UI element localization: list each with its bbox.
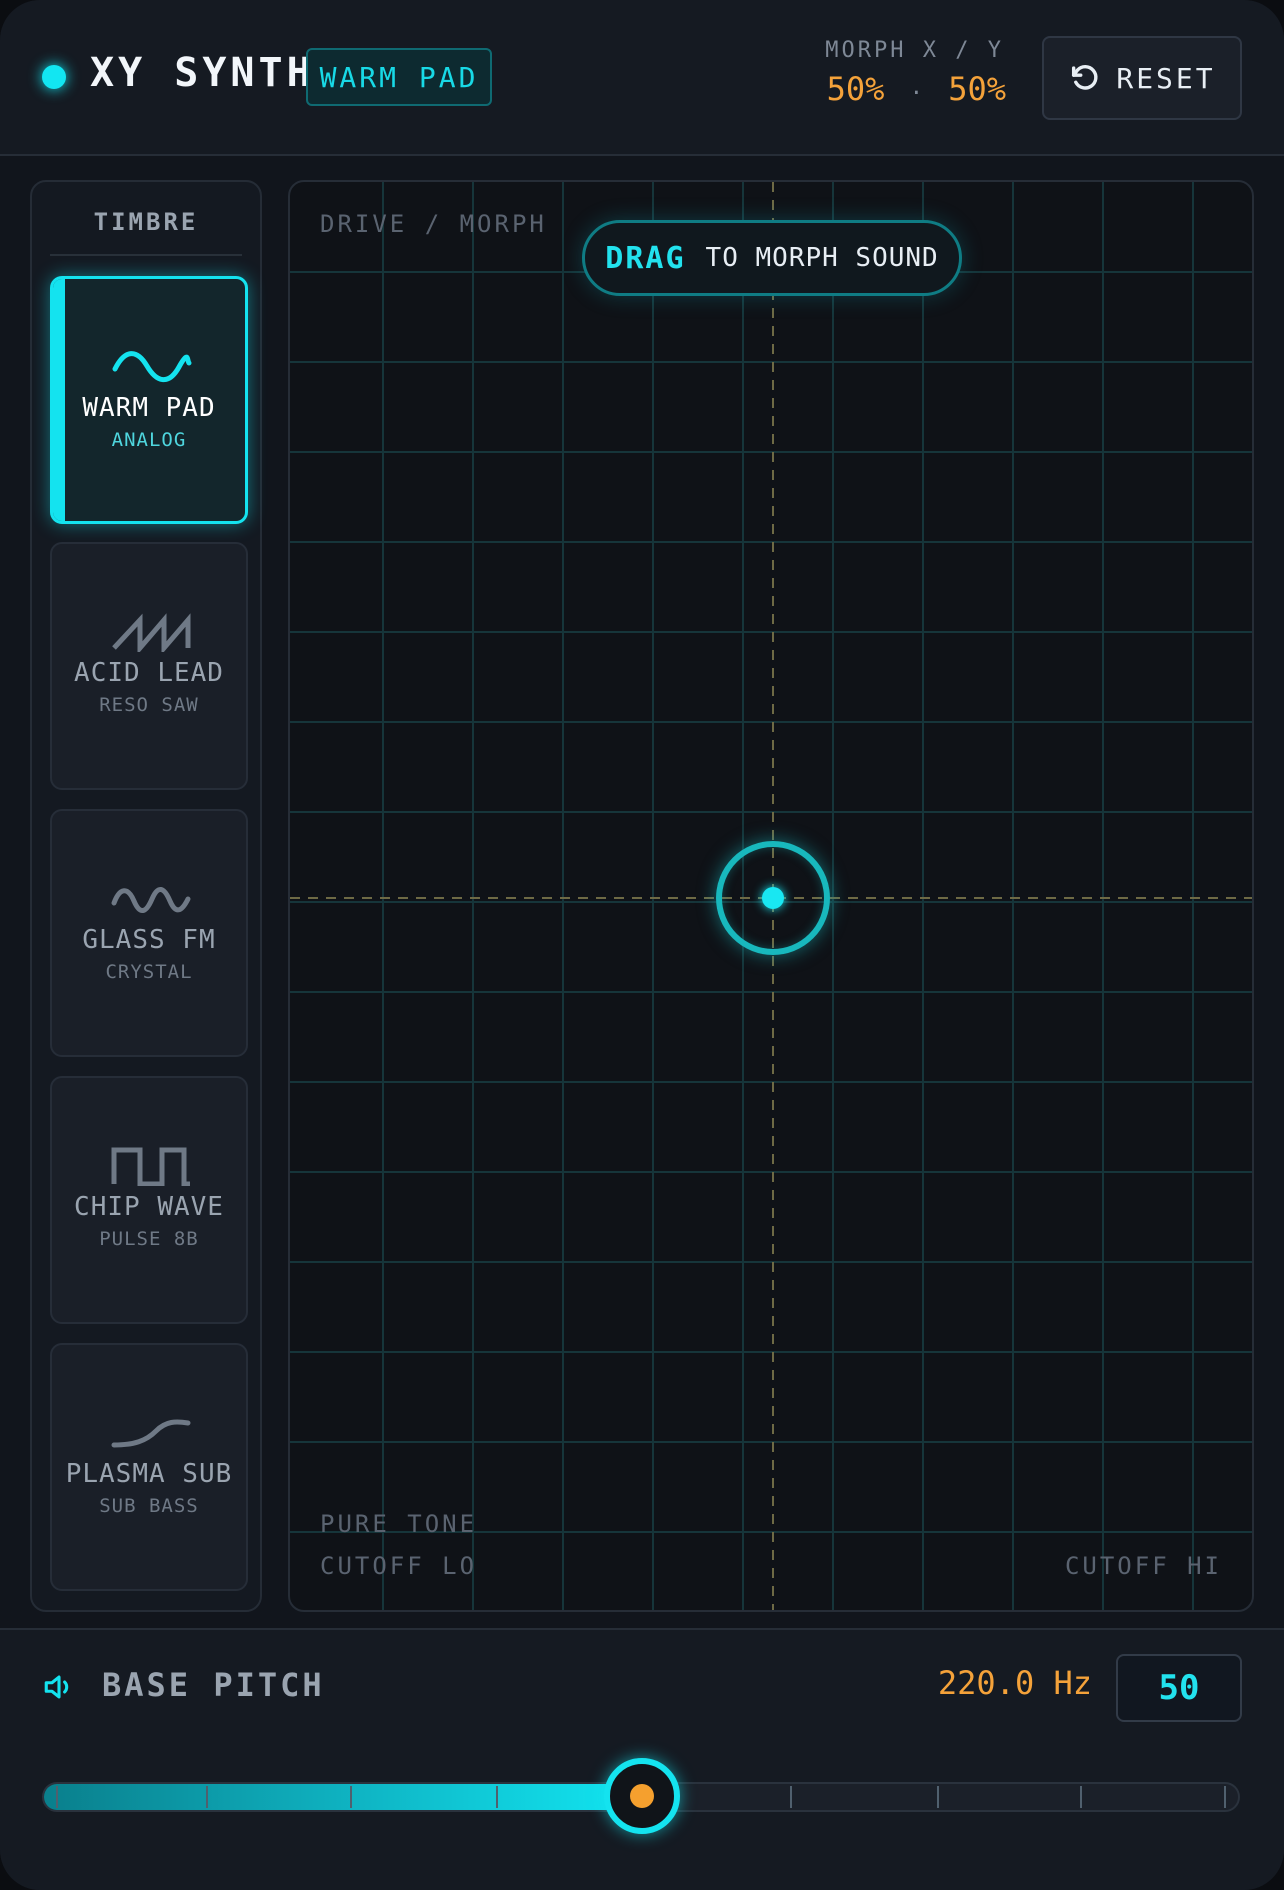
timbre-sub: SUB BASS	[99, 1495, 199, 1517]
pad-label-cutoff-lo: CUTOFF LO	[320, 1552, 478, 1580]
timbre-sub: PULSE 8B	[99, 1228, 199, 1250]
drag-hint: DRAG TO MORPH SOUND	[582, 220, 962, 296]
timbre-card-chip-wave[interactable]: CHIP WAVE PULSE 8B	[50, 1076, 248, 1324]
header: XY SYNTH WARM PAD MORPH X / Y 50% · 50% …	[0, 0, 1284, 156]
fm-wave-icon	[111, 887, 191, 913]
morph-label: MORPH X / Y	[825, 38, 1004, 63]
pitch-slider-thumb-dot	[630, 1784, 654, 1808]
timbre-card-plasma-sub[interactable]: PLASMA SUB SUB BASS	[50, 1343, 248, 1591]
pad-label-top: DRIVE / MORPH	[320, 210, 547, 238]
preset-badge: WARM PAD	[306, 48, 492, 106]
sidebar-title: TIMBRE	[93, 208, 199, 236]
drag-hint-text: TO MORPH SOUND	[705, 243, 939, 273]
pitch-slider-thumb[interactable]	[604, 1758, 680, 1834]
xy-pad[interactable]: DRIVE / MORPH DRAG TO MORPH SOUND PURE T…	[288, 180, 1254, 1612]
status-indicator	[42, 65, 66, 89]
timbre-card-acid-lead[interactable]: ACID LEAD RESO SAW	[50, 542, 248, 790]
timbre-sub: ANALOG	[111, 429, 187, 451]
reset-button[interactable]: RESET	[1042, 36, 1242, 120]
morph-y-value: 50%	[948, 70, 1006, 108]
xy-handle-core	[762, 887, 784, 909]
timbre-sub: RESO SAW	[99, 694, 199, 716]
pad-label-pure-tone: PURE TONE	[320, 1510, 478, 1538]
morph-readout: 50% · 50%	[827, 70, 1006, 108]
slider-tick	[1224, 1786, 1226, 1808]
speaker-icon	[44, 1675, 69, 1699]
saw-wave-icon	[112, 613, 191, 652]
timbre-sub: CRYSTAL	[105, 961, 193, 983]
pitch-value-box[interactable]: 50	[1116, 1654, 1242, 1722]
pad-label-cutoff-hi: CUTOFF HI	[1064, 1552, 1222, 1580]
morph-separator: ·	[909, 81, 923, 106]
reset-icon	[1072, 65, 1098, 90]
sub-wave-icon	[111, 1419, 191, 1448]
slider-tick	[206, 1786, 208, 1808]
morph-x-value: 50%	[826, 70, 885, 108]
base-pitch-label: BASE PITCH	[102, 1666, 325, 1704]
timbre-name: PLASMA SUB	[65, 1459, 233, 1489]
slider-tick	[56, 1786, 58, 1808]
timbre-name: ACID LEAD	[74, 658, 224, 688]
timbre-name: GLASS FM	[82, 925, 216, 955]
slider-tick	[350, 1786, 352, 1808]
xy-handle[interactable]	[716, 841, 830, 955]
sidebar-divider	[50, 254, 242, 256]
timbre-sidebar: TIMBRE WARM PAD ANALOG ACID LEAD RESO SA…	[30, 180, 262, 1612]
timbre-card-glass-fm[interactable]: GLASS FM CRYSTAL	[50, 809, 248, 1057]
slider-tick	[1080, 1786, 1082, 1808]
pitch-slider-fill	[44, 1784, 644, 1810]
slider-tick	[937, 1786, 939, 1808]
reset-label: RESET	[1116, 61, 1216, 95]
timbre-name: WARM PAD	[82, 393, 216, 423]
timbre-name: CHIP WAVE	[74, 1192, 224, 1222]
slider-tick	[790, 1786, 792, 1808]
square-wave-icon	[111, 1147, 190, 1186]
timbre-card-warm-pad[interactable]: WARM PAD ANALOG	[50, 276, 248, 524]
drag-hint-strong: DRAG	[605, 240, 686, 276]
sine-wave-icon	[112, 351, 192, 383]
slider-tick	[496, 1786, 498, 1808]
xy-synth-app: XY SYNTH WARM PAD MORPH X / Y 50% · 50% …	[0, 0, 1284, 1890]
pitch-frequency: 220.0 Hz	[937, 1664, 1092, 1702]
app-title: XY SYNTH	[90, 50, 315, 96]
